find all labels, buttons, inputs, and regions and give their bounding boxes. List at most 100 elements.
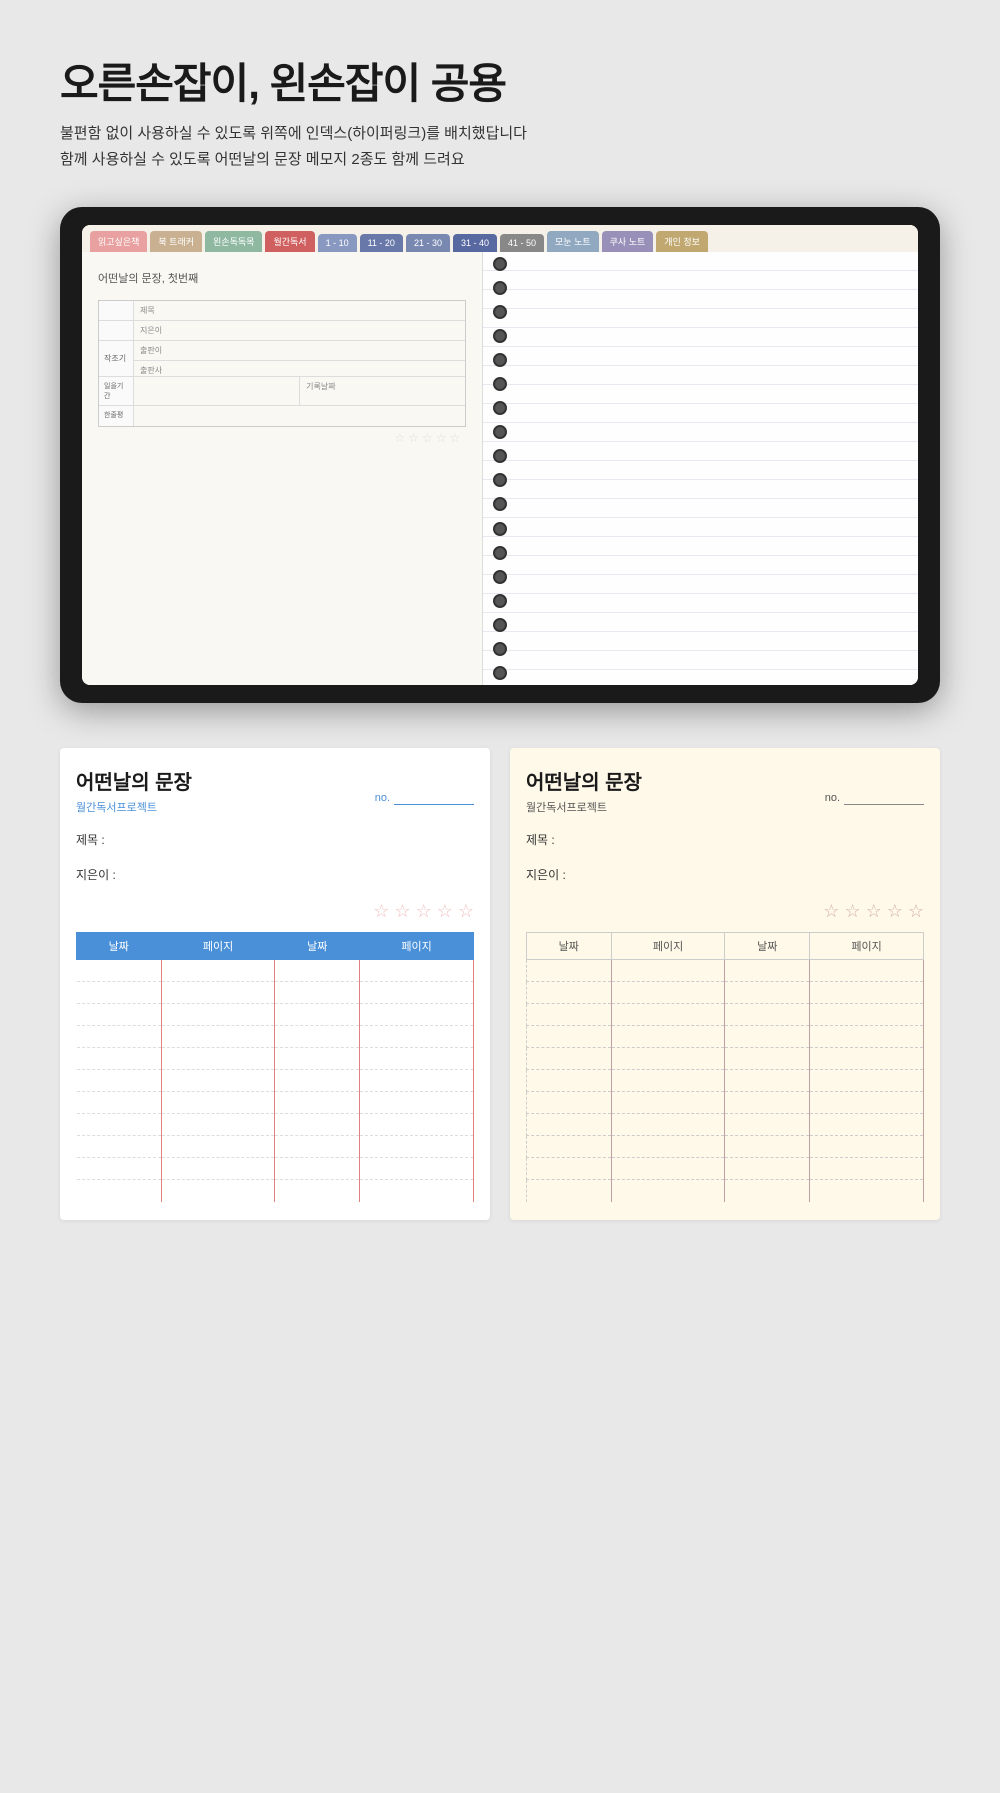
tab-left-read[interactable]: 왼손독독목 <box>205 231 262 252</box>
stars-row-left: ☆ ☆ ☆ ☆ ☆ <box>98 427 466 449</box>
card-cream-author-label: 지은이 : <box>526 866 566 883</box>
cell-date1 <box>527 1158 612 1180</box>
form-row-author: 지은이 <box>99 321 465 341</box>
cell-date2 <box>275 1070 360 1092</box>
star-1: ☆ <box>394 431 405 445</box>
tablet-mockup: 읽고싶은책 북 트래커 왼손독독목 월간독서 1 - 10 11 - 20 21… <box>60 207 940 703</box>
card-white-star-3: ☆ <box>416 901 432 922</box>
cell-date2 <box>725 1026 810 1048</box>
cell-date1 <box>77 1092 162 1114</box>
cream-col-date1: 날짜 <box>527 933 612 960</box>
table-row <box>527 1048 924 1070</box>
cell-date1 <box>77 1070 162 1092</box>
card-cream-star-3: ☆ <box>866 901 882 922</box>
page-title: 오른손잡이, 왼손잡이 공용 <box>60 50 940 111</box>
cell-page2 <box>360 1092 474 1114</box>
table-row <box>77 1136 474 1158</box>
cell-page1 <box>161 1114 275 1136</box>
ring-17 <box>493 642 507 656</box>
tab-1-10[interactable]: 1 - 10 <box>318 234 357 252</box>
cell-page1 <box>161 1004 275 1026</box>
table-row <box>77 960 474 982</box>
card-cream-author-field: 지은이 : <box>526 866 924 883</box>
notebook-area: 어떤날의 문장, 첫번째 제목 지은이 작조기 출판이 출판사 <box>82 252 918 685</box>
table-row <box>527 982 924 1004</box>
ring-10 <box>493 473 507 487</box>
cell-page2 <box>810 982 924 1004</box>
ring-7 <box>493 401 507 415</box>
ring-6 <box>493 377 507 391</box>
cell-date1 <box>527 1048 612 1070</box>
cell-page1 <box>161 1180 275 1202</box>
table-row <box>527 1026 924 1048</box>
cream-col-page1: 페이지 <box>611 933 725 960</box>
cell-date1 <box>527 1070 612 1092</box>
card-white-header: 어떤날의 문장 월간독서프로젝트 no. <box>76 766 474 829</box>
cell-page2 <box>810 1158 924 1180</box>
cell-page2 <box>810 1048 924 1070</box>
tab-lined-note[interactable]: 쿠사 노트 <box>602 231 654 252</box>
tab-11-20[interactable]: 11 - 20 <box>360 234 403 252</box>
cell-page1 <box>611 1136 725 1158</box>
cell-date2 <box>725 1180 810 1202</box>
cell-page2 <box>360 1070 474 1092</box>
tab-21-30[interactable]: 21 - 30 <box>406 234 450 252</box>
cream-col-date2: 날짜 <box>725 933 810 960</box>
table-row <box>527 960 924 982</box>
cell-page2 <box>360 1048 474 1070</box>
table-row <box>77 1004 474 1026</box>
cell-date1 <box>527 1136 612 1158</box>
cell-page1 <box>161 1026 275 1048</box>
form-row-publisher: 작조기 출판이 출판사 <box>99 341 465 377</box>
tablet-inner: 읽고싶은책 북 트래커 왼손독독목 월간독서 1 - 10 11 - 20 21… <box>82 225 918 685</box>
card-white-star-2: ☆ <box>394 901 410 922</box>
cell-date2 <box>725 1048 810 1070</box>
table-row <box>527 1092 924 1114</box>
table-row <box>527 1070 924 1092</box>
form-memo <box>134 406 465 426</box>
table-row <box>527 1180 924 1202</box>
ring-11 <box>493 497 507 511</box>
form-value-author: 지은이 <box>134 321 465 340</box>
cell-date2 <box>725 1136 810 1158</box>
form-date-right: 기록날짜 <box>300 377 465 405</box>
tab-personal[interactable]: 개인 정보 <box>656 231 708 252</box>
cell-date2 <box>275 1092 360 1114</box>
cell-date2 <box>275 1004 360 1026</box>
tab-read-wish[interactable]: 읽고싶은책 <box>90 231 147 252</box>
tab-41-50[interactable]: 41 - 50 <box>500 234 544 252</box>
card-cream-star-4: ☆ <box>887 901 903 922</box>
tab-31-40[interactable]: 31 - 40 <box>453 234 497 252</box>
tab-monthly[interactable]: 월간독서 <box>265 231 314 252</box>
cell-page2 <box>810 1070 924 1092</box>
cell-date1 <box>77 1048 162 1070</box>
table-row <box>77 1180 474 1202</box>
cell-date2 <box>725 1092 810 1114</box>
ring-5 <box>493 353 507 367</box>
cell-page1 <box>611 1026 725 1048</box>
cell-page1 <box>611 1180 725 1202</box>
cell-page2 <box>360 1004 474 1026</box>
spiral-binding <box>483 252 516 685</box>
card-cream-star-1: ☆ <box>823 901 839 922</box>
cell-date2 <box>275 1180 360 1202</box>
cell-page1 <box>611 982 725 1004</box>
cell-date1 <box>527 1092 612 1114</box>
cell-page2 <box>360 1180 474 1202</box>
ring-1 <box>493 257 507 271</box>
cell-date2 <box>725 1004 810 1026</box>
cell-date2 <box>725 1114 810 1136</box>
cell-date1 <box>77 1180 162 1202</box>
table-row <box>77 1092 474 1114</box>
col-date2: 날짜 <box>275 933 360 960</box>
tab-grid-note[interactable]: 모눈 노트 <box>547 231 599 252</box>
tab-book-tracker[interactable]: 북 트래커 <box>150 231 202 252</box>
card-white-title-field: 제목 : <box>76 831 474 848</box>
cell-page1 <box>161 1158 275 1180</box>
card-white-no-label: no. <box>375 792 390 804</box>
cell-date1 <box>527 1180 612 1202</box>
form-label-writer: 작조기 <box>99 341 134 376</box>
ring-18 <box>493 666 507 680</box>
right-page <box>483 252 918 685</box>
cell-date1 <box>77 1004 162 1026</box>
